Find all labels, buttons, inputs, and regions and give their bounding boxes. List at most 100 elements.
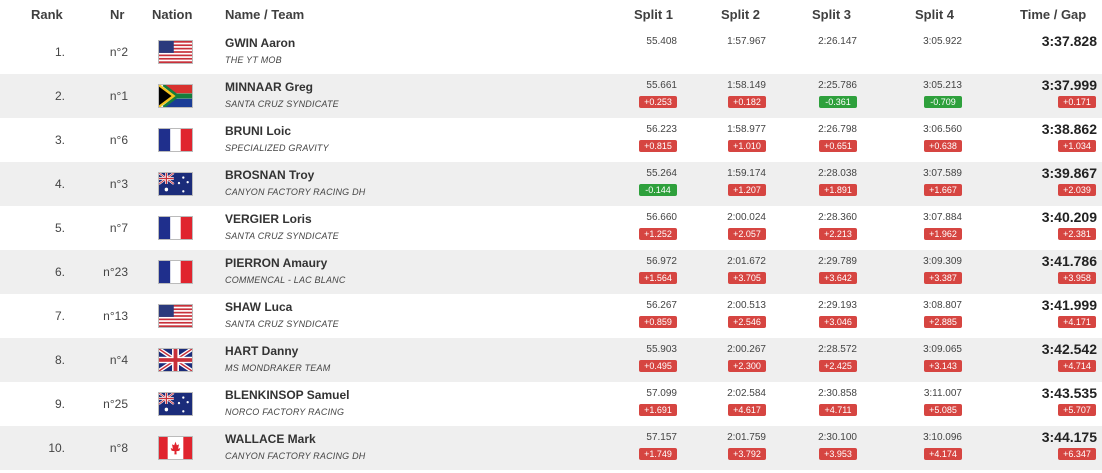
split-3-time: 2:26.798 [818, 124, 857, 135]
finish-gap-badge: +4.714 [1058, 360, 1096, 372]
split1-column-header[interactable]: Split 1 [634, 7, 673, 22]
split3-column-header[interactable]: Split 3 [812, 7, 851, 22]
split4-column-header[interactable]: Split 4 [915, 7, 954, 22]
table-row[interactable]: 10. n°8 WALLACE Mark CANYON FACTORY RACING … [0, 426, 1102, 470]
table-row[interactable]: 8. n°4 HART Danny MS MONDRAKER TEAM 55.903 +0… [0, 338, 1102, 382]
rank-value: 6. [54, 265, 65, 279]
split-2-gap-badge: +4.617 [728, 404, 766, 416]
split-1-time: 55.661 [646, 80, 677, 91]
finish-time: 3:40.209 [1041, 209, 1097, 225]
rider-name[interactable]: WALLACE Mark [225, 432, 316, 446]
split-1-time: 57.099 [646, 388, 677, 399]
rank-value: 7. [54, 309, 65, 323]
split-4-time: 3:09.065 [923, 344, 962, 355]
time-gap-column-header[interactable]: Time / Gap [1020, 7, 1086, 22]
rider-name[interactable]: GWIN Aaron [225, 36, 295, 50]
split-3-gap-badge: +3.642 [819, 272, 857, 284]
split-1-time: 55.903 [646, 344, 677, 355]
split-3-gap-badge: +2.425 [819, 360, 857, 372]
split-3-gap-badge: +1.891 [819, 184, 857, 196]
finish-time: 3:39.867 [1041, 165, 1097, 181]
name-team-column-header[interactable]: Name / Team [225, 7, 304, 22]
table-row[interactable]: 2. n°1 MINNAAR Greg SANTA CRUZ SYNDICATE 55.… [0, 74, 1102, 118]
table-row[interactable]: 9. n°25 BLENKINSOP Samuel NORCO FACTORY RAC… [0, 382, 1102, 426]
split-4-time: 3:05.922 [923, 36, 962, 47]
rider-name[interactable]: HART Danny [225, 344, 298, 358]
split-1-gap-badge: +0.815 [639, 140, 677, 152]
finish-time: 3:37.999 [1041, 77, 1097, 93]
split-2-time: 2:02.584 [727, 388, 766, 399]
rider-name[interactable]: BRUNI Loic [225, 124, 291, 138]
finish-gap-badge: +2.039 [1058, 184, 1096, 196]
split-4-gap-badge: +3.387 [924, 272, 962, 284]
split-2-time: 2:01.759 [727, 432, 766, 443]
rank-value: 10. [48, 441, 65, 455]
finish-gap-badge: +6.347 [1058, 448, 1096, 460]
split-1-gap-badge: +1.252 [639, 228, 677, 240]
split-3-time: 2:26.147 [818, 36, 857, 47]
team-name: SPECIALIZED GRAVITY [225, 143, 329, 153]
finish-gap-badge: +5.707 [1058, 404, 1096, 416]
usa-flag-icon [158, 304, 193, 328]
split-1-gap-badge: +0.859 [639, 316, 677, 328]
team-name: CANYON FACTORY RACING DH [225, 451, 366, 461]
rider-name[interactable]: VERGIER Loris [225, 212, 312, 226]
rank-value: 1. [54, 45, 65, 59]
team-name: SANTA CRUZ SYNDICATE [225, 99, 339, 109]
split-3-time: 2:30.100 [818, 432, 857, 443]
team-name: SANTA CRUZ SYNDICATE [225, 231, 339, 241]
rider-name[interactable]: BROSNAN Troy [225, 168, 314, 182]
table-row[interactable]: 6. n°23 PIERRON Amaury COMMENCAL - LAC BLAN… [0, 250, 1102, 294]
split-4-gap-badge: -0.709 [924, 96, 962, 108]
split-1-gap-badge: -0.144 [639, 184, 677, 196]
table-row[interactable]: 4. n°3 BROSNAN Troy CANYON FACTORY RACING D… [0, 162, 1102, 206]
bib-number: n°1 [109, 89, 128, 103]
team-name: COMMENCAL - LAC BLANC [225, 275, 346, 285]
canada-flag-icon [158, 436, 193, 460]
split-1-gap-badge: +1.749 [639, 448, 677, 460]
split-1-time: 57.157 [646, 432, 677, 443]
rider-name[interactable]: PIERRON Amaury [225, 256, 327, 270]
split-3-time: 2:25.786 [818, 80, 857, 91]
split-3-gap-badge: +0.651 [819, 140, 857, 152]
rider-name[interactable]: SHAW Luca [225, 300, 292, 314]
split-1-gap-badge: +1.564 [639, 272, 677, 284]
bib-number: n°23 [103, 265, 128, 279]
france-flag-icon [158, 128, 193, 152]
finish-time: 3:42.542 [1041, 341, 1097, 357]
split-3-gap-badge: +2.213 [819, 228, 857, 240]
split-2-time: 1:59.174 [727, 168, 766, 179]
bib-number: n°3 [109, 177, 128, 191]
split-4-time: 3:10.096 [923, 432, 962, 443]
rider-name[interactable]: BLENKINSOP Samuel [225, 388, 349, 402]
team-name: SANTA CRUZ SYNDICATE [225, 319, 339, 329]
split-1-gap-badge: +0.253 [639, 96, 677, 108]
split-2-gap-badge: +0.182 [728, 96, 766, 108]
finish-gap-badge: +4.171 [1058, 316, 1096, 328]
split-3-time: 2:29.789 [818, 256, 857, 267]
split-4-gap-badge: +1.667 [924, 184, 962, 196]
table-row[interactable]: 5. n°7 VERGIER Loris SANTA CRUZ SYNDICATE 56… [0, 206, 1102, 250]
split-3-time: 2:28.038 [818, 168, 857, 179]
split-2-gap-badge: +3.705 [728, 272, 766, 284]
split-1-time: 55.264 [646, 168, 677, 179]
france-flag-icon [158, 260, 193, 284]
nr-column-header[interactable]: Nr [110, 7, 124, 22]
rank-column-header[interactable]: Rank [31, 7, 63, 22]
results-table-header: Rank Nr Nation Name / Team Split 1 Split… [0, 0, 1102, 30]
split-4-gap-badge: +5.085 [924, 404, 962, 416]
table-row[interactable]: 1. n°2 GWIN Aaron THE YT MOB 55.408 1:57.967 2… [0, 30, 1102, 74]
team-name: CANYON FACTORY RACING DH [225, 187, 366, 197]
split-2-time: 1:57.967 [727, 36, 766, 47]
nation-column-header[interactable]: Nation [152, 7, 192, 22]
split-3-time: 2:28.572 [818, 344, 857, 355]
finish-time: 3:41.999 [1041, 297, 1097, 313]
split-3-gap-badge: +3.953 [819, 448, 857, 460]
finish-time: 3:37.828 [1041, 33, 1097, 49]
table-row[interactable]: 3. n°6 BRUNI Loic SPECIALIZED GRAVITY 56.223… [0, 118, 1102, 162]
rider-name[interactable]: MINNAAR Greg [225, 80, 313, 94]
split-4-gap-badge: +0.638 [924, 140, 962, 152]
table-row[interactable]: 7. n°13 SHAW Luca SANTA CRUZ SYNDICATE 56.26… [0, 294, 1102, 338]
split-3-gap-badge: -0.361 [819, 96, 857, 108]
split2-column-header[interactable]: Split 2 [721, 7, 760, 22]
